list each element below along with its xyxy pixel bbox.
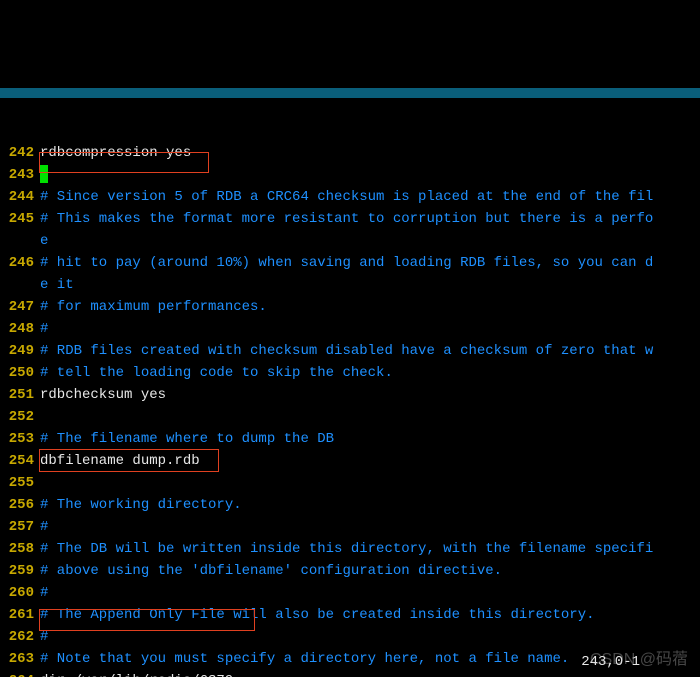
- code-line: 254dbfilename dump.rdb: [0, 450, 700, 472]
- code-text: #: [40, 516, 700, 538]
- code-line: 260#: [0, 582, 700, 604]
- line-number: 262: [0, 626, 40, 648]
- code-line: 259# above using the 'dbfilename' config…: [0, 560, 700, 582]
- line-number: 264: [0, 670, 40, 677]
- line-number: 252: [0, 406, 40, 428]
- line-number: 260: [0, 582, 40, 604]
- window-titlebar: [0, 88, 700, 98]
- code-text: # Since version 5 of RDB a CRC64 checksu…: [40, 186, 700, 208]
- line-number: [0, 230, 40, 252]
- line-number: 250: [0, 362, 40, 384]
- code-line: 261# The Append Only File will also be c…: [0, 604, 700, 626]
- code-line: 252: [0, 406, 700, 428]
- editor-viewport[interactable]: 242rdbcompression yes243244# Since versi…: [0, 142, 700, 677]
- code-text: # The Append Only File will also be crea…: [40, 604, 700, 626]
- line-number: 254: [0, 450, 40, 472]
- code-line: 251rdbchecksum yes: [0, 384, 700, 406]
- vim-status-position: 243,0-1: [581, 651, 640, 673]
- code-text: [40, 472, 700, 494]
- code-line: 245# This makes the format more resistan…: [0, 208, 700, 230]
- code-line: 242rdbcompression yes: [0, 142, 700, 164]
- code-line: 257#: [0, 516, 700, 538]
- code-line: 247# for maximum performances.: [0, 296, 700, 318]
- code-text: rdbchecksum yes: [40, 384, 700, 406]
- code-line: 262#: [0, 626, 700, 648]
- code-line: 255: [0, 472, 700, 494]
- line-number: 242: [0, 142, 40, 164]
- code-line: 243: [0, 164, 700, 186]
- code-text: #: [40, 626, 700, 648]
- line-number: [0, 274, 40, 296]
- code-line: 258# The DB will be written inside this …: [0, 538, 700, 560]
- code-text: e it: [40, 274, 700, 296]
- code-line: 244# Since version 5 of RDB a CRC64 chec…: [0, 186, 700, 208]
- code-line: 253# The filename where to dump the DB: [0, 428, 700, 450]
- code-text: # The working directory.: [40, 494, 700, 516]
- code-text: # for maximum performances.: [40, 296, 700, 318]
- code-line: 248#: [0, 318, 700, 340]
- line-number: 244: [0, 186, 40, 208]
- line-number: 243: [0, 164, 40, 186]
- line-number: 256: [0, 494, 40, 516]
- line-number: 255: [0, 472, 40, 494]
- code-line: 256# The working directory.: [0, 494, 700, 516]
- code-text: #: [40, 318, 700, 340]
- line-number: 251: [0, 384, 40, 406]
- code-text: [40, 164, 700, 186]
- code-text: # above using the 'dbfilename' configura…: [40, 560, 700, 582]
- code-line: e it: [0, 274, 700, 296]
- text-cursor: [40, 165, 48, 183]
- code-text: #: [40, 582, 700, 604]
- code-text: e: [40, 230, 700, 252]
- code-text: # The filename where to dump the DB: [40, 428, 700, 450]
- code-line: 249# RDB files created with checksum dis…: [0, 340, 700, 362]
- line-number: 245: [0, 208, 40, 230]
- code-text: # tell the loading code to skip the chec…: [40, 362, 700, 384]
- line-number: 248: [0, 318, 40, 340]
- code-line: e: [0, 230, 700, 252]
- line-number: 253: [0, 428, 40, 450]
- code-line: 250# tell the loading code to skip the c…: [0, 362, 700, 384]
- line-number: 249: [0, 340, 40, 362]
- line-number: 257: [0, 516, 40, 538]
- code-text: # RDB files created with checksum disabl…: [40, 340, 700, 362]
- line-number: 259: [0, 560, 40, 582]
- code-text: # hit to pay (around 10%) when saving an…: [40, 252, 700, 274]
- line-number: 247: [0, 296, 40, 318]
- line-number: 258: [0, 538, 40, 560]
- code-text: [40, 406, 700, 428]
- code-line: 246# hit to pay (around 10%) when saving…: [0, 252, 700, 274]
- code-text: dbfilename dump.rdb: [40, 450, 700, 472]
- line-number: 246: [0, 252, 40, 274]
- line-number: 263: [0, 648, 40, 670]
- line-number: 261: [0, 604, 40, 626]
- code-text: rdbcompression yes: [40, 142, 700, 164]
- code-text: # The DB will be written inside this dir…: [40, 538, 700, 560]
- code-text: # This makes the format more resistant t…: [40, 208, 700, 230]
